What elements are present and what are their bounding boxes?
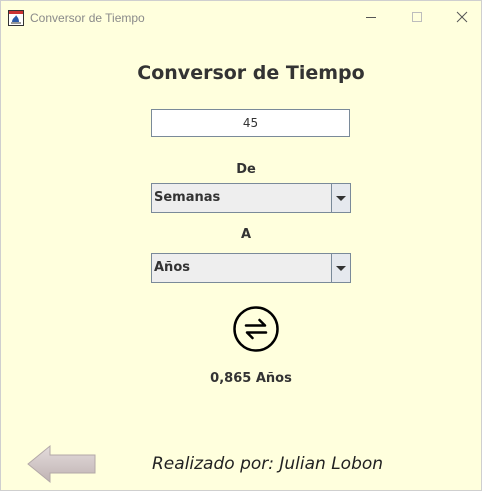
swap-arrows-icon: [233, 306, 279, 352]
window-title: Conversor de Tiempo: [30, 11, 145, 25]
chevron-down-icon: [336, 265, 346, 271]
to-label: A: [240, 227, 252, 242]
value-input[interactable]: [151, 109, 350, 137]
chevron-down-icon: [336, 195, 346, 201]
close-icon: [456, 11, 468, 23]
result-text: 0,865 Años: [210, 371, 292, 386]
maximize-button[interactable]: [394, 1, 440, 33]
to-unit-select[interactable]: Años: [151, 253, 351, 283]
to-unit-value: Años: [154, 260, 190, 275]
credits-text: Realizado por: Julian Lobon: [152, 454, 384, 474]
back-button[interactable]: [26, 444, 98, 484]
minimize-button[interactable]: [348, 1, 394, 33]
to-dropdown-button[interactable]: [331, 254, 350, 282]
left-arrow-icon: [27, 444, 96, 484]
title-bar[interactable]: Conversor de Tiempo: [1, 1, 481, 34]
from-dropdown-button[interactable]: [331, 184, 350, 212]
java-app-icon: [8, 10, 24, 26]
close-button[interactable]: [439, 1, 481, 33]
page-title: Conversor de Tiempo: [137, 62, 365, 84]
maximize-icon: [412, 12, 422, 22]
convert-button[interactable]: [232, 305, 280, 353]
from-unit-select[interactable]: Semanas: [151, 183, 351, 213]
app-window: Conversor de Tiempo Conversor de Tiempo …: [0, 0, 482, 491]
from-label: De: [236, 162, 256, 177]
from-unit-value: Semanas: [154, 190, 221, 205]
minimize-icon: [366, 17, 376, 18]
